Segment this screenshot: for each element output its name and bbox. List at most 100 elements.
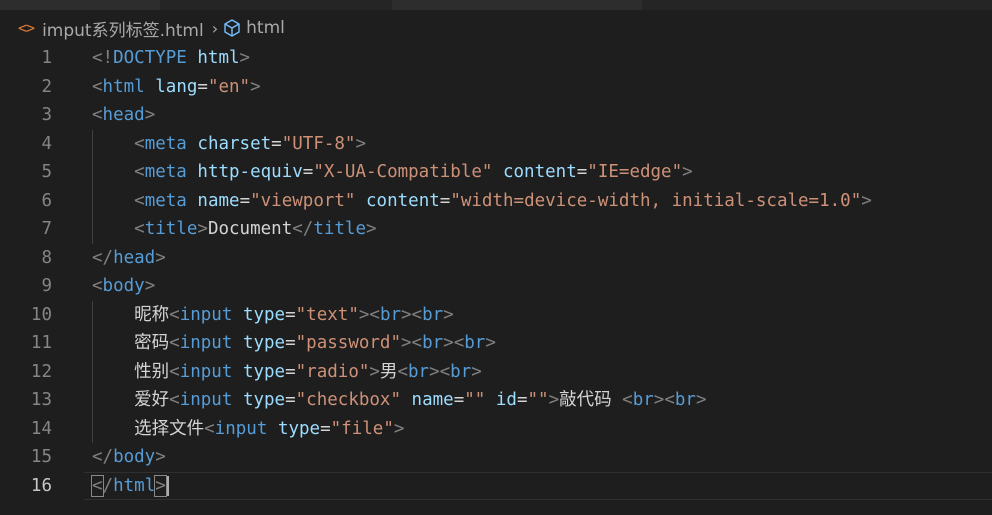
code-editor[interactable]: <> imput系列标签.html › html 1 <!DOCTYPE html… bbox=[0, 0, 992, 515]
breadcrumb: <> imput系列标签.html › html bbox=[0, 14, 285, 42]
code-token: "" bbox=[527, 390, 549, 410]
code-token: "text" bbox=[295, 304, 359, 325]
code-line[interactable]: 13 爱好<input type="checkbox" name="" id="… bbox=[0, 386, 992, 415]
code-line[interactable]: 1 <!DOCTYPE html> bbox=[0, 44, 992, 73]
code-line-text: </head> bbox=[92, 244, 166, 273]
code-token: lang bbox=[155, 76, 198, 97]
code-token: html bbox=[113, 475, 156, 496]
code-token: = bbox=[271, 133, 282, 154]
code-token: > bbox=[197, 219, 208, 239]
code-line[interactable]: 14 选择文件<input type="file"> bbox=[0, 414, 992, 443]
code-token: > bbox=[144, 276, 156, 296]
code-token: meta bbox=[144, 162, 187, 182]
code-token: > bbox=[443, 304, 454, 325]
code-line[interactable]: 11 密码<input type="password"><br><br> bbox=[0, 329, 992, 358]
tab-strip-segment[interactable] bbox=[0, 0, 160, 10]
line-number: 10 bbox=[30, 304, 52, 325]
code-token: = bbox=[285, 390, 296, 410]
code-token: < bbox=[169, 333, 180, 353]
line-number: 11 bbox=[30, 333, 52, 353]
breadcrumb-symbol-name[interactable]: html bbox=[246, 18, 285, 38]
code-line[interactable]: 4 <meta charset="UTF-8"> bbox=[0, 129, 992, 158]
code-token: 选择文件 bbox=[92, 418, 205, 439]
code-token: br bbox=[450, 361, 472, 382]
current-line-highlight bbox=[84, 471, 992, 500]
code-line-text: <meta http-equiv="X-UA-Compatible" conte… bbox=[92, 158, 693, 187]
tab-bar-strip bbox=[0, 0, 992, 10]
code-token: 昵称 bbox=[92, 304, 170, 325]
code-line[interactable]: 5 <meta http-equiv="X-UA-Compatible" con… bbox=[0, 158, 992, 187]
code-token: < bbox=[92, 76, 103, 97]
code-line[interactable]: 10 昵称<input type="text"><br><br> bbox=[0, 300, 992, 329]
code-token: >< bbox=[653, 390, 675, 410]
code-token: type bbox=[242, 361, 286, 382]
code-token: < bbox=[91, 474, 104, 497]
code-line[interactable]: 2 <html lang="en"> bbox=[0, 73, 992, 102]
code-token: br bbox=[379, 304, 402, 325]
code-token: < bbox=[92, 105, 103, 125]
code-line-text: 密码<input type="password"><br><br> bbox=[92, 329, 496, 358]
line-number: 7 bbox=[41, 219, 52, 239]
code-line[interactable]: 8 </head> bbox=[0, 244, 992, 273]
code-token: < bbox=[204, 418, 215, 439]
code-token: "X-UA-Compatible" bbox=[313, 162, 493, 182]
line-number: 4 bbox=[41, 133, 52, 154]
code-token: >< bbox=[443, 333, 465, 353]
code-token: < bbox=[169, 361, 180, 382]
code-token: meta bbox=[144, 190, 187, 211]
tab-strip-segment[interactable] bbox=[392, 0, 642, 10]
code-token: = bbox=[320, 418, 331, 439]
code-line[interactable]: 3 <head> bbox=[0, 101, 992, 130]
code-token: > bbox=[682, 162, 693, 182]
code-token: input bbox=[179, 361, 233, 382]
code-token: 敲代码 bbox=[559, 390, 623, 410]
code-token: >< bbox=[401, 304, 423, 325]
code-token: = bbox=[285, 361, 296, 382]
code-line-text: <head> bbox=[92, 101, 155, 130]
code-token: = bbox=[197, 76, 208, 97]
code-line[interactable]: 15 </body> bbox=[0, 443, 992, 472]
code-token: br bbox=[464, 333, 486, 353]
code-token: title bbox=[313, 219, 366, 239]
code-line[interactable]: 16 </html> bbox=[0, 471, 992, 500]
code-token: br bbox=[632, 390, 654, 410]
code-line-text: 性别<input type="radio">男<br><br> bbox=[92, 358, 482, 387]
code-token: > bbox=[144, 105, 156, 125]
code-line-text: <!DOCTYPE html> bbox=[92, 44, 250, 73]
code-line[interactable]: 9 <body> bbox=[0, 272, 992, 301]
code-line[interactable]: 12 性别<input type="radio">男<br><br> bbox=[0, 357, 992, 387]
code-token: br bbox=[674, 390, 696, 410]
code-line[interactable]: 6 <meta name="viewport" content="width=d… bbox=[0, 186, 992, 216]
code-token: "width=device-width, initial-scale=1.0" bbox=[450, 190, 862, 211]
code-token: > bbox=[369, 361, 380, 382]
code-token: head bbox=[113, 247, 156, 268]
code-token: type bbox=[242, 333, 286, 353]
chevron-right-icon: › bbox=[211, 18, 219, 38]
code-token: </ bbox=[292, 219, 314, 239]
code-token: > bbox=[471, 361, 482, 382]
code-token: 密码 bbox=[92, 333, 170, 353]
code-token: > bbox=[239, 48, 251, 68]
breadcrumb-file-name[interactable]: imput系列标签.html bbox=[42, 16, 204, 41]
code-token: = bbox=[302, 162, 314, 182]
code-token: = bbox=[285, 333, 296, 353]
code-token: < bbox=[169, 304, 180, 325]
code-line-text: <meta name="viewport" content="width=dev… bbox=[92, 187, 872, 216]
code-line[interactable]: 7 <title>Document</title> bbox=[0, 215, 992, 244]
code-area[interactable]: 1 <!DOCTYPE html> 2 <html lang="en"> 3 <head>… bbox=[0, 44, 992, 500]
code-token: > bbox=[154, 474, 167, 497]
code-token: > bbox=[155, 247, 166, 268]
code-token: </ bbox=[92, 247, 114, 268]
line-number: 3 bbox=[41, 105, 52, 125]
code-token: < bbox=[134, 190, 145, 211]
line-number: 2 bbox=[41, 76, 52, 97]
